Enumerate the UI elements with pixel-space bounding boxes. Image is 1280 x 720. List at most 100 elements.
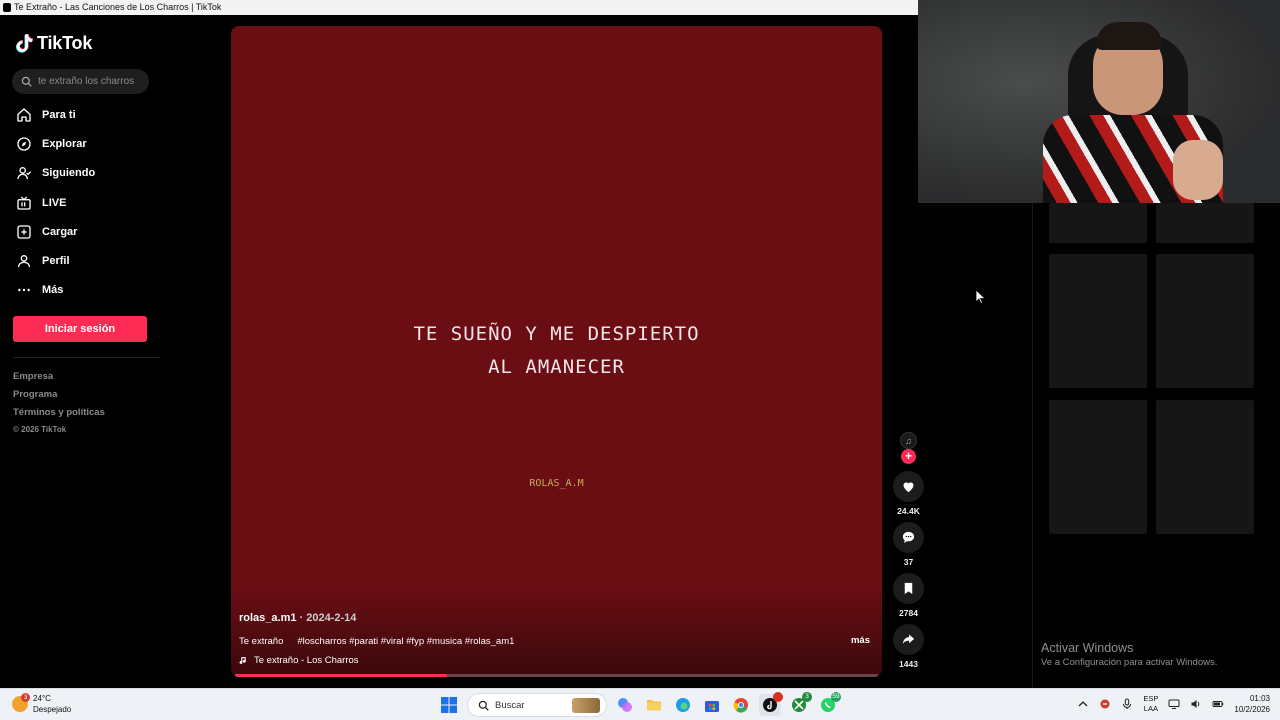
live-icon [17,196,31,210]
video-hashtags[interactable]: #loscharros #parati #viral #fyp #musica … [297,636,514,647]
windows-logo-icon [441,697,457,713]
share-button[interactable] [893,624,924,655]
clock-date: 10/2/2026 [1234,705,1270,714]
search-highlight-art [572,698,600,713]
display-icon[interactable] [1168,698,1180,710]
taskbar-tiktok[interactable] [759,692,783,716]
share-action[interactable]: 1443 [892,624,925,669]
avatar[interactable]: ♫ [900,432,917,449]
search-box[interactable] [12,69,149,94]
taskbar-xbox[interactable]: 3 [788,692,812,716]
sidebar-footer: Empresa Programa Términos y políticas © … [13,368,105,438]
sidebar-item-cargar[interactable]: Cargar [0,217,160,246]
video-author-line: rolas_a.m1 · 2024-2-14 [239,612,356,624]
taskbar-copilot[interactable] [614,694,636,716]
video-progress-bar[interactable] [235,674,878,677]
edge-icon [676,698,690,712]
video-username[interactable]: rolas_a.m1 [239,612,296,624]
weather-temp: 24°C [33,694,51,703]
sidebar-item-label: LIVE [42,196,67,209]
windows-activation-watermark: Activar Windows Ve a Configuración para … [1041,641,1217,668]
lyrics-line-1: TE SUEÑO Y ME DESPIERTO [413,323,700,345]
language-indicator[interactable]: ESP LAA [1143,694,1158,714]
footer-link-terminos[interactable]: Términos y políticas [13,404,105,422]
related-video-thumbnail[interactable] [1049,254,1147,388]
bookmark-icon [904,582,913,595]
taskbar-chrome[interactable] [730,694,752,716]
mouse-cursor-icon [976,290,986,304]
related-video-thumbnail[interactable] [1156,254,1254,388]
video-date: · 2024-2-14 [296,612,357,624]
battery-icon[interactable] [1212,698,1224,710]
footer-link-programa[interactable]: Programa [13,386,105,404]
follow-plus-icon[interactable]: + [901,449,916,464]
taskbar-clock[interactable]: 01:03 10/2/2026 [1234,693,1270,715]
taskbar-file-explorer[interactable] [643,694,665,716]
tiktok-logo[interactable]: TikTok [16,33,92,54]
video-player[interactable]: TE SUEÑO Y ME DESPIERTO AL AMANECER ROLA… [231,26,882,677]
sidebar-item-label: Para ti [42,108,76,121]
like-action[interactable]: 24.4K [892,471,925,516]
sidebar-item-label: Más [42,284,64,297]
weather-badge: 3 [21,693,30,702]
comment-icon [902,531,915,544]
taskbar-search[interactable]: Buscar [467,693,607,717]
footer-link-empresa[interactable]: Empresa [13,368,105,386]
more-description-link[interactable]: más [851,635,870,646]
login-button[interactable]: Iniciar sesión [13,316,147,342]
logo-text: TikTok [37,33,93,53]
related-video-thumbnail[interactable] [1156,203,1254,243]
comment-button[interactable] [893,522,924,553]
volume-icon[interactable] [1190,698,1202,710]
activation-title: Activar Windows [1041,641,1134,655]
search-input[interactable] [38,76,148,87]
sidebar-item-explorar[interactable]: Explorar [0,129,160,158]
chevron-up-icon[interactable] [1077,698,1089,710]
system-tray: ESP LAA 01:03 10/2/2026 [1077,693,1270,715]
sidebar-item-para-ti[interactable]: Para ti [0,100,160,129]
sidebar-item-perfil[interactable]: Perfil [0,246,160,275]
save-count: 2784 [899,608,918,618]
save-action[interactable]: 2784 [892,573,925,618]
network-status-icon[interactable] [1099,698,1111,710]
weather-sun-icon: 3 [12,693,30,712]
sidebar-item-siguiendo[interactable]: Siguiendo [0,159,160,188]
folder-icon [647,700,661,711]
video-watermark: ROLAS_A.M [529,478,584,489]
author-avatar-wrap[interactable]: ♫ + [892,430,925,465]
like-button[interactable] [893,471,924,502]
sidebar-item-label: Cargar [42,225,78,238]
taskbar-whatsapp[interactable]: 59 [817,692,841,716]
sidebar-nav: Para ti Explorar Siguiendo LIVE Cargar P… [0,100,160,305]
upload-icon [17,225,31,239]
window-title: Te Extraño - Las Canciones de Los Charro… [14,2,222,12]
xbox-badge: 3 [802,692,812,702]
start-button[interactable] [438,694,460,716]
lyrics-line-2: AL AMANECER [488,356,625,378]
taskbar-store[interactable] [701,694,723,716]
home-icon [17,107,31,122]
save-button[interactable] [893,573,924,604]
sidebar-item-label: Siguiendo [42,167,96,180]
related-video-thumbnail[interactable] [1156,400,1254,534]
video-progress-fill [235,674,448,677]
comment-action[interactable]: 37 [892,522,925,567]
weather-widget[interactable]: 3 24°C Despejado [12,693,71,715]
sidebar-item-live[interactable]: LIVE [0,188,160,217]
sidebar-item-mas[interactable]: Más [0,276,160,305]
tiktok-logo-icon [16,34,33,53]
chrome-icon [733,698,748,713]
heart-icon [903,482,914,493]
microphone-icon[interactable] [1121,698,1133,710]
sidebar-item-label: Explorar [42,137,87,150]
video-sound[interactable]: Te extraño - Los Charros [239,655,359,666]
sidebar-divider [13,357,160,358]
related-video-thumbnail[interactable] [1049,400,1147,534]
sidebar: TikTok Para ti Explorar Siguiendo LIVE [0,15,165,688]
taskbar-apps: Buscar 3 59 [438,692,841,717]
tiktok-notification-dot [773,692,783,702]
related-video-thumbnail[interactable] [1049,203,1147,243]
video-description: Te extraño #loscharros #parati #viral #f… [239,636,514,647]
compass-icon [17,137,31,151]
taskbar-edge[interactable] [672,694,694,716]
